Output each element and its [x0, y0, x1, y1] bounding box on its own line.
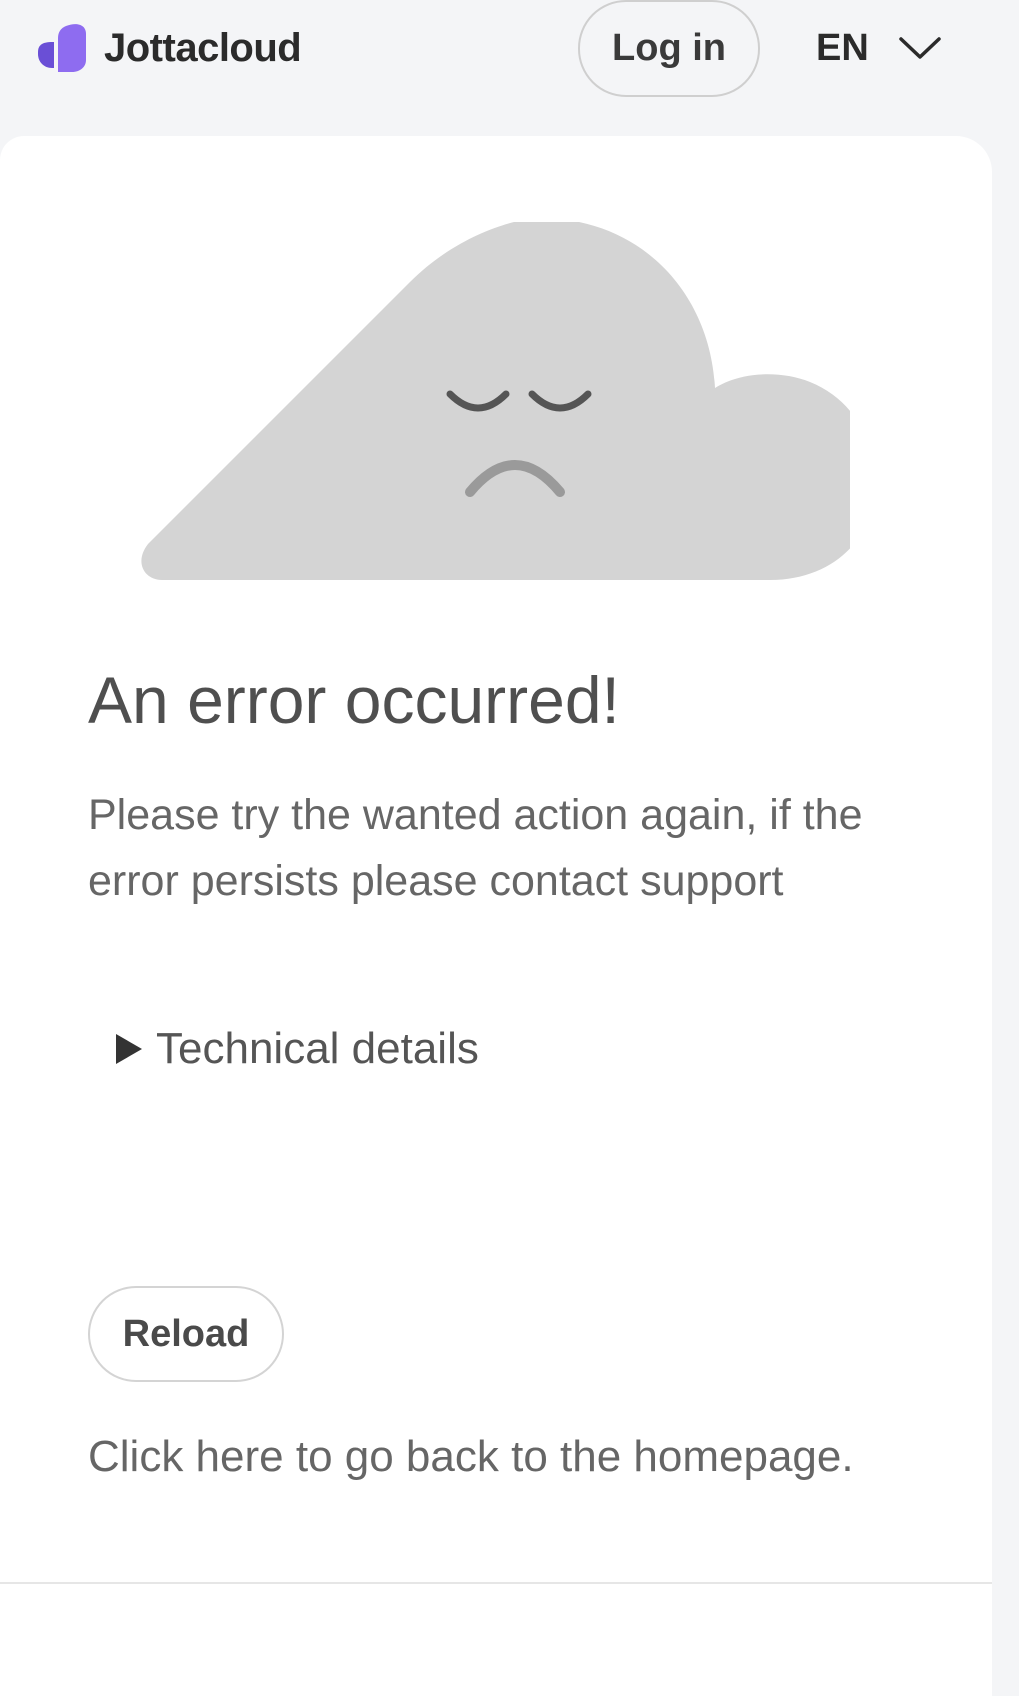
- error-title: An error occurred!: [88, 663, 620, 737]
- triangle-right-icon: [116, 1034, 142, 1064]
- chevron-down-icon: [899, 37, 941, 59]
- divider: [0, 1582, 992, 1584]
- technical-details-label: Technical details: [156, 1024, 479, 1073]
- brand-logo[interactable]: Jottacloud: [32, 20, 302, 76]
- sad-cloud-icon: [141, 222, 850, 580]
- reload-button[interactable]: Reload: [88, 1286, 284, 1382]
- error-message: Please try the wanted action again, if t…: [88, 791, 863, 905]
- technical-details-toggle[interactable]: Technical details: [116, 1024, 479, 1074]
- error-card: An error occurred! Please try the wanted…: [0, 136, 992, 1696]
- jottacloud-logo-icon: [38, 24, 86, 72]
- homepage-link[interactable]: Click here to go back to the homepage.: [88, 1432, 854, 1482]
- top-bar: Jottacloud Log in EN: [0, 0, 1019, 134]
- language-selector[interactable]: EN: [816, 20, 941, 76]
- login-button[interactable]: Log in: [578, 0, 760, 97]
- brand-name: Jottacloud: [104, 25, 302, 70]
- language-code: EN: [816, 26, 869, 69]
